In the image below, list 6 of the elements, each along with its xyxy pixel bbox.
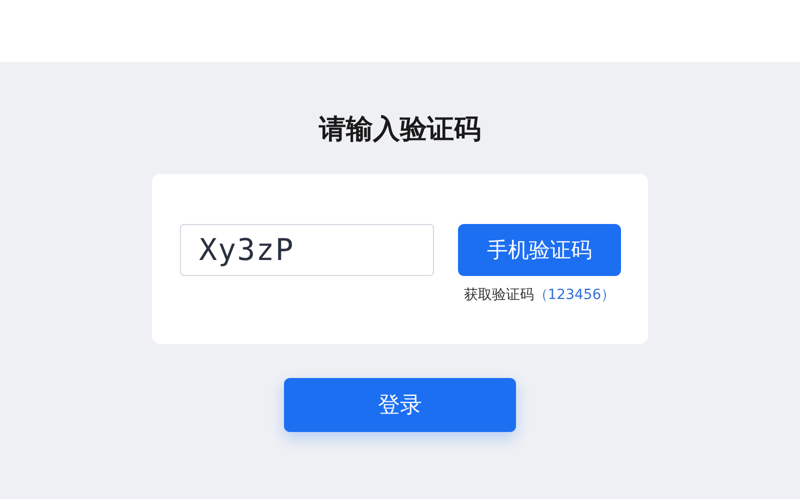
captcha-field[interactable]: Xy3zP xyxy=(180,224,434,276)
hint-code: （123456） xyxy=(534,287,616,303)
hint-text: 获取验证码 xyxy=(464,287,534,303)
sms-code-button[interactable]: 手机验证码 xyxy=(458,224,621,276)
login-button[interactable]: 登录 xyxy=(284,378,516,432)
page-title: 请输入验证码 xyxy=(319,113,481,147)
